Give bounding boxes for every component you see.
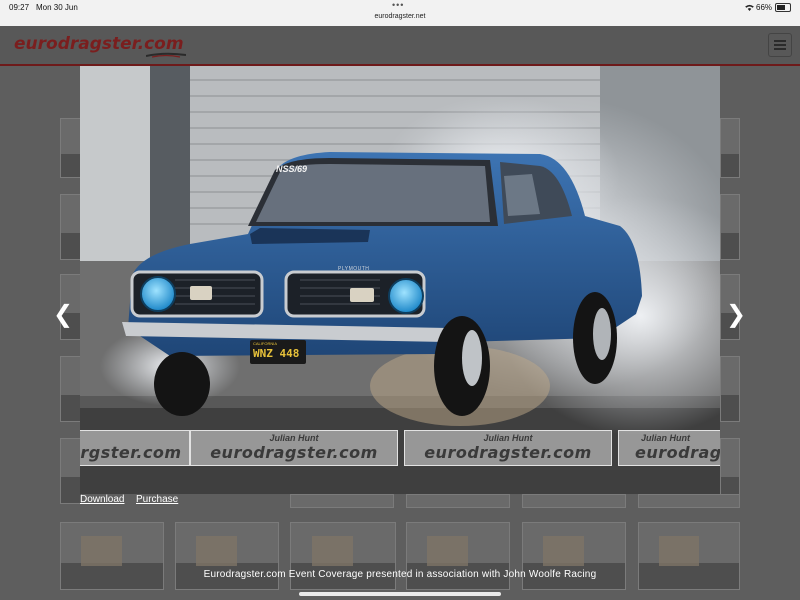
download-link[interactable]: Download (80, 494, 124, 505)
license-plate: WNZ 448 (253, 347, 300, 360)
watermark-photographer: Julian Hunt (483, 433, 533, 443)
home-indicator[interactable] (299, 592, 501, 596)
thumbnail[interactable] (720, 356, 740, 422)
status-time: 09:27 (9, 3, 30, 12)
license-plate-top: CALIFORNIA (253, 341, 278, 346)
logo-swoosh-icon (146, 52, 186, 58)
watermark: Julian Hunt eurodragster.com (404, 430, 612, 466)
thumbnail[interactable] (720, 118, 740, 178)
thumbnail[interactable] (60, 438, 82, 504)
watermark: Julian Hunt eurodrags (618, 430, 720, 466)
watermark-photographer: Julian Hunt (641, 433, 690, 443)
watermark-strip: rgster.com Julian Hunt eurodragster.com … (80, 430, 720, 466)
gallery-caption: Eurodragster.com Event Coverage presente… (203, 569, 597, 580)
battery-percent: 66% (756, 3, 773, 12)
watermark-photographer: Julian Hunt (269, 433, 319, 443)
wifi-icon (745, 4, 754, 11)
thumbnail[interactable] (60, 118, 82, 178)
battery-icon (775, 3, 791, 12)
hamburger-menu-icon[interactable] (768, 33, 792, 57)
thumbnail[interactable] (60, 194, 82, 260)
thumbnail[interactable] (720, 194, 740, 260)
thumbnail[interactable] (60, 356, 82, 422)
purchase-link[interactable]: Purchase (136, 494, 178, 505)
lightbox-actions: Download Purchase (80, 494, 720, 510)
previous-arrow-icon[interactable]: ❮ (53, 300, 73, 328)
watermark-site: rgster.com (80, 443, 182, 462)
site-header: eurodragster.com (0, 26, 800, 66)
watermark: rgster.com (80, 430, 190, 466)
watermark-site: eurodragster.com (210, 443, 378, 462)
watermark-site: eurodrags (635, 443, 720, 462)
watermark-site: eurodragster.com (424, 443, 592, 462)
watermark: Julian Hunt eurodragster.com (190, 430, 398, 466)
status-bar: 09:27 Mon 30 Jun ••• eurodragster.net 66… (0, 0, 800, 26)
car-badge: PLYMOUTH (338, 266, 370, 272)
windshield-decal: NSS/69 (276, 164, 308, 174)
tab-menu-dots[interactable]: ••• (392, 0, 404, 10)
address-url[interactable]: eurodragster.net (0, 13, 800, 20)
lightbox-image: NSS/69 PLYMOUTH CALIFORNIA WNZ 448 rgste… (80, 66, 720, 494)
status-date: Mon 30 Jun (36, 3, 78, 12)
next-arrow-icon[interactable]: ❯ (726, 300, 746, 328)
